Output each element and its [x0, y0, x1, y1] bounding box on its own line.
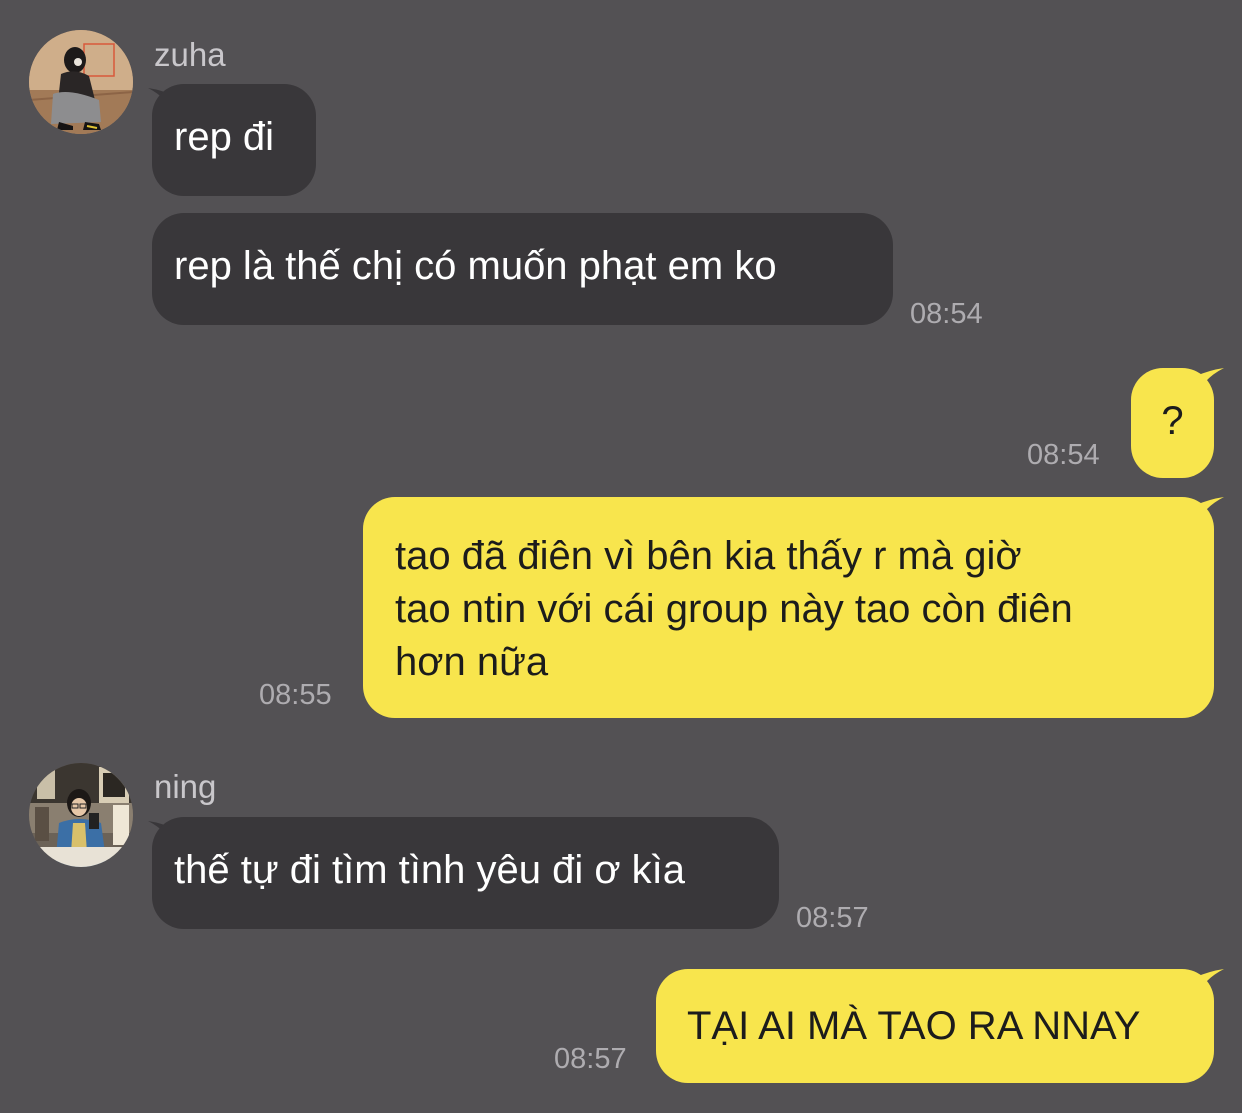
- avatar-zuha[interactable]: [29, 30, 133, 134]
- bubble-tail-outgoing: [1196, 368, 1224, 396]
- message-text: ?: [1161, 399, 1184, 443]
- message-text-line: hơn nữa: [395, 640, 549, 684]
- message-bubble-incoming[interactable]: rep đi: [152, 84, 316, 196]
- message-bubble-outgoing[interactable]: tao đã điên vì bên kia thấy r mà giờ tao…: [363, 497, 1214, 718]
- message-bubble-outgoing[interactable]: TẠI AI MÀ TAO RA NNAY: [656, 969, 1214, 1083]
- message-text: TẠI AI MÀ TAO RA NNAY: [687, 1004, 1141, 1048]
- message-text: rep là thế chị có muốn phạt em ko: [174, 244, 777, 288]
- message-text-line: tao đã điên vì bên kia thấy r mà giờ: [395, 534, 1022, 578]
- avatar-photo-icon: [29, 30, 133, 134]
- message-bubble-incoming[interactable]: thế tự đi tìm tình yêu đi ơ kìa: [152, 817, 779, 929]
- message-timestamp: 08:57: [554, 1043, 627, 1075]
- bubble-tail-outgoing: [1196, 497, 1224, 525]
- avatar-ning[interactable]: [29, 763, 133, 867]
- message-text-line: tao ntin với cái group này tao còn điên: [395, 587, 1073, 631]
- message-text: thế tự đi tìm tình yêu đi ơ kìa: [174, 848, 686, 892]
- avatar-photo-icon: [29, 763, 133, 867]
- sender-name-zuha: zuha: [154, 36, 226, 73]
- message-timestamp: 08:54: [1027, 439, 1100, 471]
- message-timestamp: 08:57: [796, 902, 869, 934]
- message-timestamp: 08:55: [259, 679, 332, 711]
- message-text: rep đi: [174, 115, 275, 159]
- message-bubble-incoming[interactable]: rep là thế chị có muốn phạt em ko: [152, 213, 893, 325]
- message-timestamp: 08:54: [910, 298, 983, 330]
- sender-name-ning: ning: [154, 768, 217, 805]
- bubble-tail-outgoing: [1196, 969, 1224, 997]
